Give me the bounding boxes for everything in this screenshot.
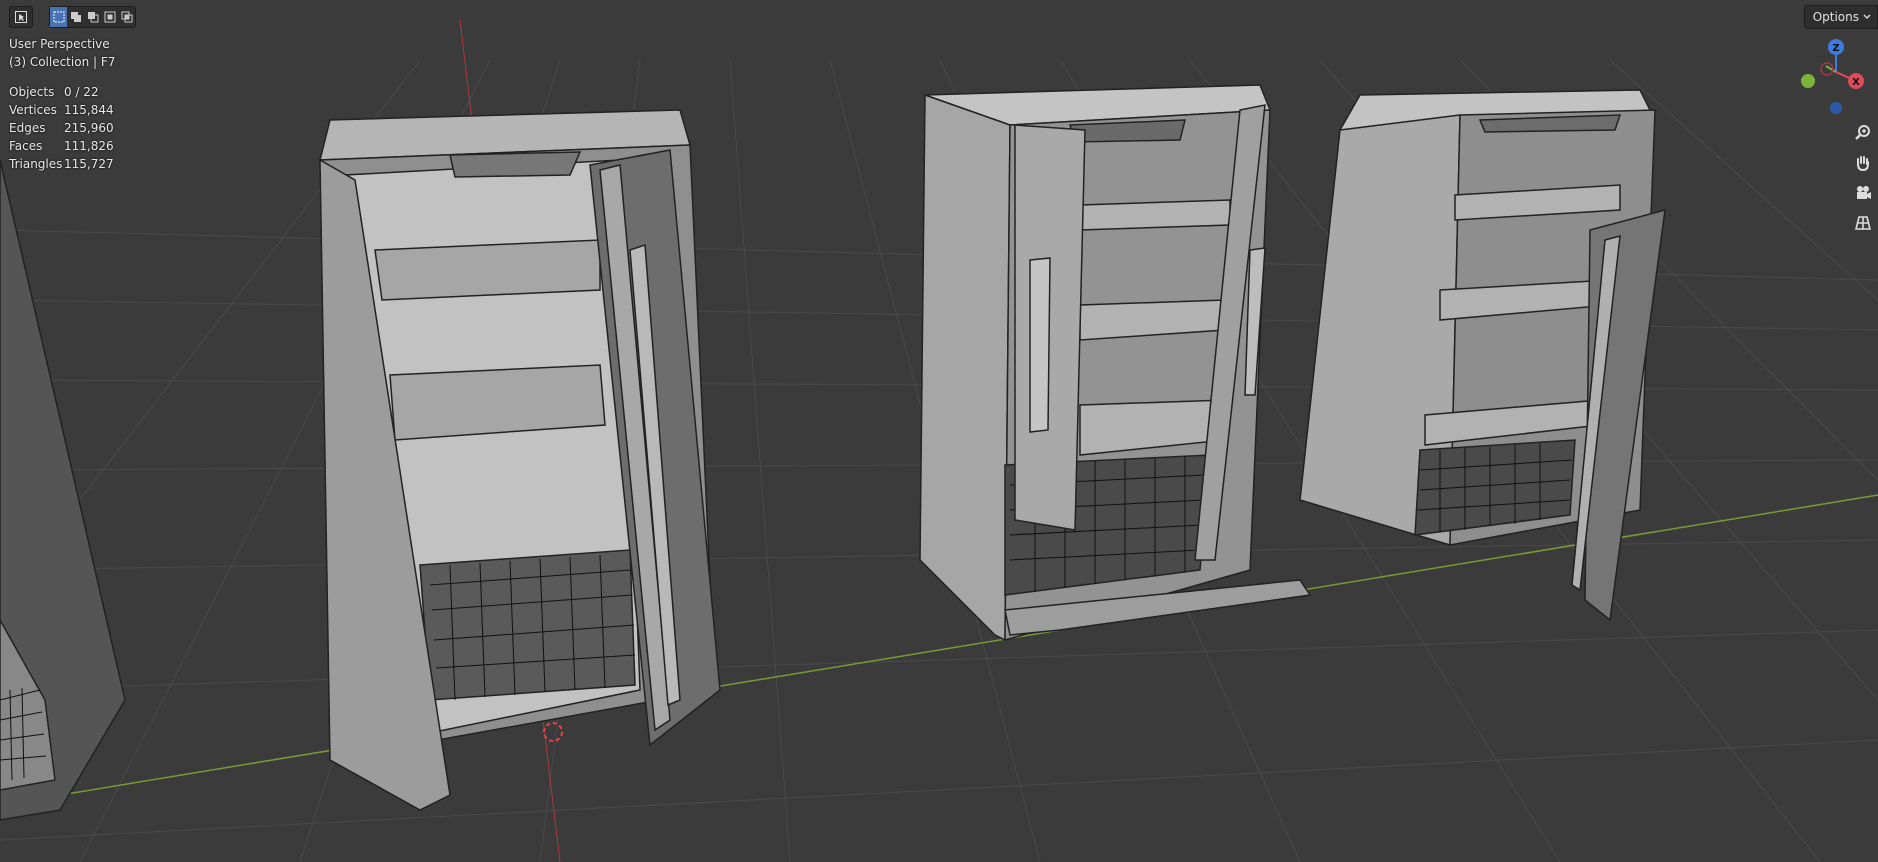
select-intersect-icon: [121, 11, 132, 23]
select-new-button[interactable]: [50, 7, 67, 27]
select-extend-icon: [70, 12, 81, 22]
stat-value: 0 / 22: [64, 85, 99, 99]
select-mode-toolbar: [9, 6, 136, 28]
3d-cursor[interactable]: [543, 722, 563, 742]
select-extend-button[interactable]: [67, 7, 84, 27]
stat-label: Edges: [9, 121, 46, 135]
viewport-collection-label: (3) Collection | F7: [9, 55, 116, 69]
stat-row-vertices: Vertices 115,844: [9, 101, 124, 119]
viewport-perspective-label: User Perspective: [9, 37, 110, 51]
stat-label: Vertices: [9, 103, 57, 117]
stat-row-edges: Edges 215,960: [9, 119, 124, 137]
select-invert-button[interactable]: [101, 7, 118, 27]
selection-mode-group: [49, 6, 136, 28]
stat-label: Faces: [9, 139, 43, 153]
stat-value: 111,826: [64, 139, 114, 153]
stat-row-triangles: Triangles 115,727: [9, 155, 124, 173]
select-new-icon: [53, 11, 64, 23]
gizmo-neg-z-handle[interactable]: [1830, 102, 1842, 114]
select-invert-icon: [104, 11, 115, 23]
select-subtract-button[interactable]: [84, 7, 101, 27]
stat-value: 115,844: [64, 103, 114, 117]
chevron-down-icon: [1863, 14, 1871, 19]
stat-row-faces: Faces 111,826: [9, 137, 124, 155]
stat-value: 215,960: [64, 121, 114, 135]
scene-statistics: Objects 0 / 22 Vertices 115,844 Edges 21…: [9, 83, 124, 173]
select-intersect-button[interactable]: [118, 7, 135, 27]
tweak-tool-button[interactable]: [9, 6, 33, 28]
gizmo-y-handle[interactable]: [1801, 74, 1815, 88]
navigation-gizmo[interactable]: Z X: [1796, 36, 1878, 122]
grid-perspective-icon: [1854, 216, 1872, 230]
fridge-model-3[interactable]: [1299, 89, 1666, 622]
fridge-model-2[interactable]: [919, 84, 1312, 642]
zoom-button[interactable]: [1850, 120, 1876, 146]
gizmo-z-label: Z: [1832, 43, 1839, 54]
select-subtract-icon: [87, 12, 98, 23]
3d-viewport[interactable]: User Perspective (3) Collection | F7 Obj…: [0, 0, 1878, 862]
tweak-tool-icon: [15, 11, 27, 23]
fridge-model-1[interactable]: [319, 109, 721, 811]
pan-button[interactable]: [1850, 150, 1876, 176]
fridge-model-left-partial[interactable]: [0, 159, 126, 821]
viewport-scene[interactable]: [0, 0, 1878, 862]
stat-row-objects: Objects 0 / 22: [9, 83, 124, 101]
zoom-icon: [1855, 125, 1870, 140]
stat-label: Triangles: [9, 157, 63, 171]
stat-label: Objects: [9, 85, 55, 99]
pan-hand-icon: [1857, 156, 1869, 172]
camera-icon: [1857, 186, 1871, 199]
camera-view-button[interactable]: [1850, 180, 1876, 206]
options-label: Options: [1812, 10, 1859, 24]
stat-value: 115,727: [64, 157, 114, 171]
options-dropdown[interactable]: Options: [1803, 5, 1878, 29]
perspective-toggle-button[interactable]: [1850, 210, 1876, 236]
gizmo-x-label: X: [1852, 77, 1860, 88]
